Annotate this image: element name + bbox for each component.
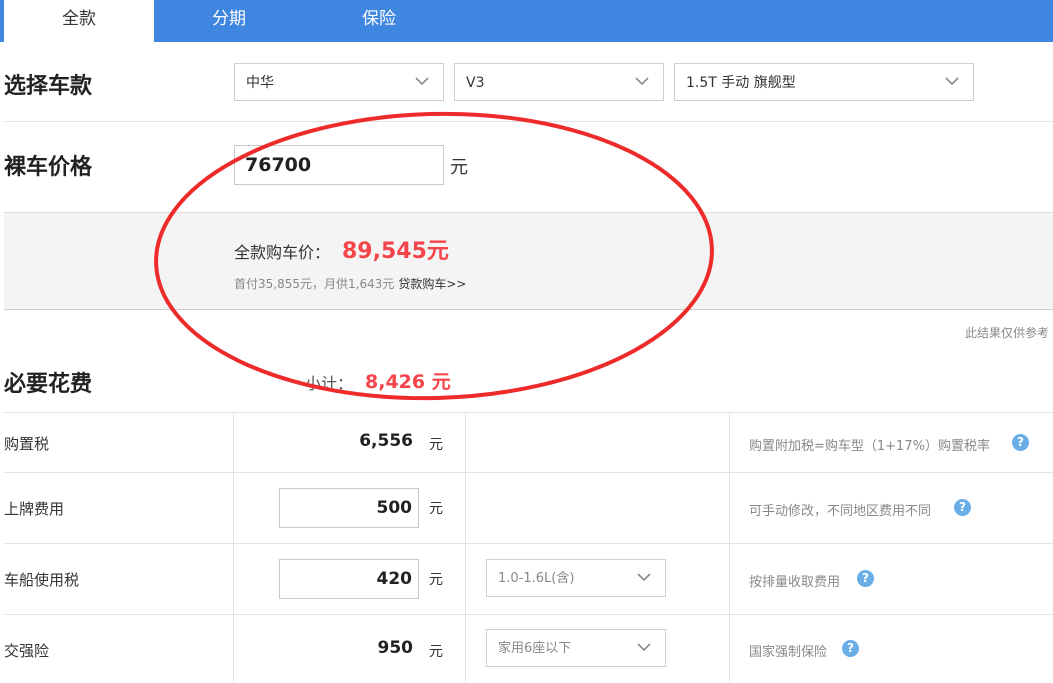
total-summary-panel: 全款购车价： 89,545元 首付35,855元，月供1,643元 贷款购车>> <box>4 212 1053 310</box>
help-icon[interactable]: ? <box>842 640 859 657</box>
compulsory-insurance-desc: 国家强制保险 <box>749 645 828 660</box>
tab-insurance[interactable]: 保险 <box>304 0 454 42</box>
total-price-label: 全款购车价： <box>234 243 331 262</box>
column-divider <box>729 412 730 683</box>
purchase-tax-unit: 元 <box>429 437 443 453</box>
displacement-select-value: 1.0-1.6L(含) <box>498 571 575 586</box>
column-divider <box>233 412 234 683</box>
loan-purchase-link[interactable]: 贷款购车>> <box>398 277 466 291</box>
required-costs-title: 必要花费 <box>4 372 93 397</box>
trim-select-value: 1.5T 手动 旗舰型 <box>686 75 796 91</box>
chevron-down-icon <box>415 77 429 86</box>
payment-breakdown-text: 首付35,855元，月供1,643元 <box>234 277 395 291</box>
divider <box>4 614 1053 615</box>
vehicle-tax-label: 车船使用税 <box>4 571 80 589</box>
tab-bar: 全款 分期 保险 <box>0 0 1053 42</box>
payment-breakdown: 首付35,855元，月供1,643元 贷款购车>> <box>234 275 466 292</box>
disclaimer-note: 此结果仅供参考 <box>964 326 1049 340</box>
chevron-down-icon <box>637 643 651 652</box>
divider <box>4 543 1053 544</box>
divider <box>4 121 1053 122</box>
registration-fee-label: 上牌费用 <box>4 500 65 518</box>
help-icon[interactable]: ? <box>1012 434 1029 451</box>
select-model-title: 选择车款 <box>4 74 93 99</box>
trim-select[interactable]: 1.5T 手动 旗舰型 <box>674 63 974 101</box>
seat-count-select-value: 家用6座以下 <box>498 641 572 656</box>
registration-fee-input[interactable] <box>279 488 419 528</box>
help-icon[interactable]: ? <box>857 570 874 587</box>
bare-price-title: 裸车价格 <box>4 155 93 180</box>
subtotal-label: 小计： <box>305 374 354 393</box>
registration-fee-unit: 元 <box>429 501 443 517</box>
tab-installment[interactable]: 分期 <box>154 0 304 42</box>
divider <box>4 412 1053 413</box>
series-select-value: V3 <box>466 75 485 91</box>
purchase-tax-desc: 购置附加税=购车型（1+17%）购置税率 <box>749 439 990 454</box>
seat-count-select[interactable]: 家用6座以下 <box>486 629 666 667</box>
tab-full-payment[interactable]: 全款 <box>4 0 154 42</box>
series-select[interactable]: V3 <box>454 63 664 101</box>
vehicle-tax-input[interactable] <box>279 559 419 599</box>
chevron-down-icon <box>635 77 649 86</box>
purchase-tax-label: 购置税 <box>4 435 50 453</box>
displacement-select[interactable]: 1.0-1.6L(含) <box>486 559 666 597</box>
help-icon[interactable]: ? <box>954 499 971 516</box>
divider <box>4 472 1053 473</box>
chevron-down-icon <box>945 77 959 86</box>
bare-price-unit: 元 <box>450 157 468 178</box>
bare-price-input[interactable] <box>234 145 444 185</box>
brand-select-value: 中华 <box>246 75 274 91</box>
compulsory-insurance-value: 950 <box>377 638 414 658</box>
column-divider <box>465 412 466 683</box>
subtotal-value: 8,426 元 <box>365 371 451 393</box>
compulsory-insurance-unit: 元 <box>429 644 443 660</box>
total-price-value: 89,545元 <box>342 239 449 264</box>
vehicle-tax-unit: 元 <box>429 572 443 588</box>
brand-select[interactable]: 中华 <box>234 63 444 101</box>
compulsory-insurance-label: 交强险 <box>4 642 50 660</box>
registration-fee-desc: 可手动修改，不同地区费用不同 <box>749 504 932 519</box>
vehicle-tax-desc: 按排量收取费用 <box>749 575 841 590</box>
chevron-down-icon <box>637 573 651 582</box>
purchase-tax-value: 6,556 <box>359 431 413 451</box>
